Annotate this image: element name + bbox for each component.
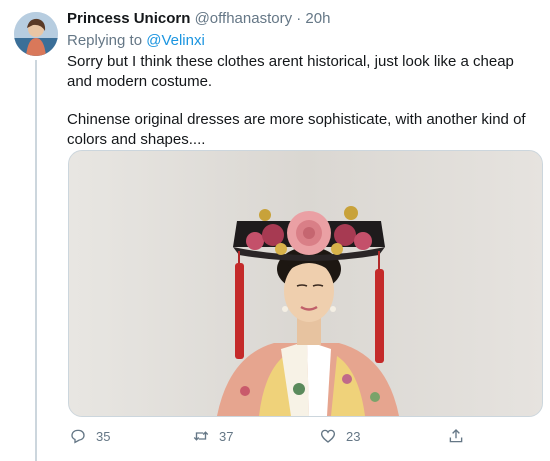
heart-icon xyxy=(320,429,336,443)
timestamp[interactable]: 20h xyxy=(305,10,330,27)
avatar-image xyxy=(14,12,58,56)
tweet[interactable]: Princess Unicorn @offhanastory · 20h Rep… xyxy=(0,0,550,461)
reply-button[interactable]: 35 xyxy=(69,424,110,448)
separator-dot: · xyxy=(296,10,302,27)
retweet-count: 37 xyxy=(219,428,234,444)
user-handle[interactable]: @offhanastory xyxy=(195,10,293,27)
tweet-actions: 35 37 23 xyxy=(67,424,487,448)
tweet-photo[interactable] xyxy=(68,150,543,417)
share-button[interactable] xyxy=(447,424,465,448)
retweet-button[interactable]: 37 xyxy=(192,424,233,448)
mention-link[interactable]: @Velinxi xyxy=(146,32,205,49)
like-count: 23 xyxy=(346,428,361,444)
photo-illustration xyxy=(69,151,542,416)
retweet-icon xyxy=(193,431,209,441)
tweet-paragraph: Sorry but I think these clothes arent hi… xyxy=(67,53,514,90)
reply-icon xyxy=(71,429,85,444)
replying-to-label: Replying to xyxy=(67,32,143,49)
display-name[interactable]: Princess Unicorn xyxy=(67,10,190,27)
tweet-header: Princess Unicorn @offhanastory · 20h xyxy=(67,10,330,27)
replying-to: Replying to @Velinxi xyxy=(67,32,205,49)
thread-line xyxy=(35,60,37,461)
share-icon xyxy=(449,429,463,443)
reply-count: 35 xyxy=(96,428,111,444)
tweet-paragraph: Chinense original dresses are more sophi… xyxy=(67,111,526,148)
tweet-text: Sorry but I think these clothes arent hi… xyxy=(67,52,542,149)
avatar[interactable] xyxy=(14,12,58,56)
like-button[interactable]: 23 xyxy=(319,424,360,448)
